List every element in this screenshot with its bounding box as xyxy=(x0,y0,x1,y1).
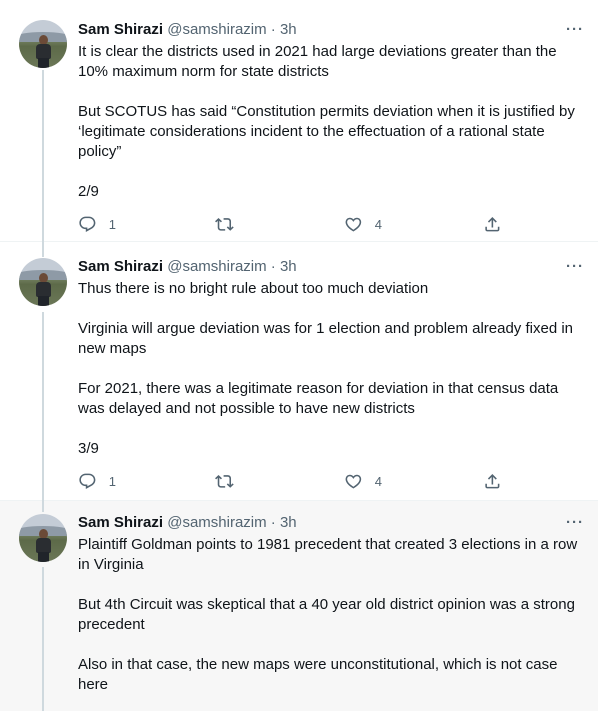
tweet-paragraph: But 4th Circuit was skeptical that a 40 … xyxy=(78,596,575,633)
more-icon[interactable]: ··· xyxy=(565,515,585,536)
avatar[interactable] xyxy=(19,20,67,68)
share-button[interactable] xyxy=(483,214,502,234)
thread-line xyxy=(42,501,44,512)
tweet-actions: 1 4 xyxy=(78,471,500,491)
retweet-icon xyxy=(215,217,234,231)
like-count: 4 xyxy=(374,216,382,232)
tweet-text: Thus there is no bright rule about too m… xyxy=(78,279,588,459)
timestamp[interactable]: 3h xyxy=(280,21,297,38)
heart-icon xyxy=(345,474,362,489)
reply-icon xyxy=(79,216,96,232)
author-handle[interactable]: @samshirazim xyxy=(167,21,266,38)
avatar[interactable] xyxy=(19,258,67,306)
author-handle[interactable]: @samshirazim xyxy=(167,258,266,275)
tweet-text: It is clear the districts used in 2021 h… xyxy=(78,42,588,202)
more-icon[interactable]: ··· xyxy=(565,22,585,43)
retweet-icon xyxy=(215,474,234,488)
tweet-paragraph: 3/9 xyxy=(78,440,99,457)
thread-line xyxy=(42,312,44,501)
tweet-header: Sam Shirazi @samshirazim · 3h xyxy=(78,20,297,40)
share-icon xyxy=(485,473,500,489)
share-icon xyxy=(485,216,500,232)
tweet-actions: 1 4 xyxy=(78,214,500,234)
reply-count: 1 xyxy=(108,473,116,489)
tweet-paragraph: It is clear the districts used in 2021 h… xyxy=(78,43,557,80)
tweet[interactable]: Sam Shirazi @samshirazim · 3h ··· Plaint… xyxy=(0,501,598,711)
separator: · xyxy=(270,258,276,275)
tweet-header: Sam Shirazi @samshirazim · 3h xyxy=(78,513,297,533)
tweet-paragraph: Virginia will argue deviation was for 1 … xyxy=(78,320,573,357)
retweet-button[interactable] xyxy=(215,214,246,234)
reply-button[interactable]: 1 xyxy=(78,214,116,234)
author-handle[interactable]: @samshirazim xyxy=(167,514,266,531)
tweet-paragraph: 2/9 xyxy=(78,183,99,200)
heart-icon xyxy=(345,217,362,232)
reply-button[interactable]: 1 xyxy=(78,471,116,491)
reply-icon xyxy=(79,473,96,489)
more-icon[interactable]: ··· xyxy=(565,259,585,280)
thread-line xyxy=(42,242,44,257)
thread-line xyxy=(42,567,44,711)
tweet-paragraph: Also in that case, the new maps were unc… xyxy=(78,656,558,693)
author-name[interactable]: Sam Shirazi xyxy=(78,514,163,531)
separator: · xyxy=(270,21,276,38)
tweet[interactable]: Sam Shirazi @samshirazim · 3h ··· It is … xyxy=(0,0,598,242)
like-count: 4 xyxy=(374,473,382,489)
avatar[interactable] xyxy=(19,514,67,562)
tweet-text: Plaintiff Goldman points to 1981 precede… xyxy=(78,535,588,695)
reply-count: 1 xyxy=(108,216,116,232)
tweet-paragraph: For 2021, there was a legitimate reason … xyxy=(78,380,559,417)
like-button[interactable]: 4 xyxy=(344,214,382,234)
separator: · xyxy=(270,514,276,531)
tweet-paragraph: But SCOTUS has said “Constitution permit… xyxy=(78,103,575,160)
author-name[interactable]: Sam Shirazi xyxy=(78,258,163,275)
tweet-paragraph: Thus there is no bright rule about too m… xyxy=(78,280,429,297)
retweet-button[interactable] xyxy=(215,471,246,491)
tweet[interactable]: Sam Shirazi @samshirazim · 3h ··· Thus t… xyxy=(0,242,598,501)
like-button[interactable]: 4 xyxy=(344,471,382,491)
thread-line xyxy=(42,70,44,242)
tweet-paragraph: Plaintiff Goldman points to 1981 precede… xyxy=(78,536,578,573)
timestamp[interactable]: 3h xyxy=(280,514,297,531)
share-button[interactable] xyxy=(483,471,502,491)
tweet-header: Sam Shirazi @samshirazim · 3h xyxy=(78,257,297,277)
timestamp[interactable]: 3h xyxy=(280,258,297,275)
author-name[interactable]: Sam Shirazi xyxy=(78,21,163,38)
